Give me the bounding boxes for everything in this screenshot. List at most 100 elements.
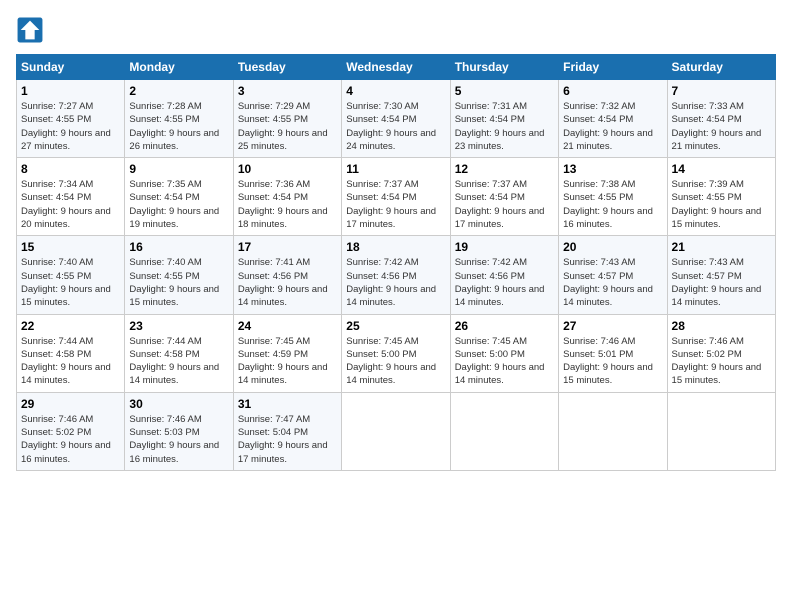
- calendar-cell: 12 Sunrise: 7:37 AMSunset: 4:54 PMDaylig…: [450, 158, 558, 236]
- calendar-cell: 23 Sunrise: 7:44 AMSunset: 4:58 PMDaylig…: [125, 314, 233, 392]
- day-number: 22: [21, 319, 120, 333]
- calendar-week-1: 1 Sunrise: 7:27 AMSunset: 4:55 PMDayligh…: [17, 80, 776, 158]
- day-number: 2: [129, 84, 228, 98]
- logo-icon: [16, 16, 44, 44]
- day-info: Sunrise: 7:39 AMSunset: 4:55 PMDaylight:…: [672, 178, 771, 231]
- day-info: Sunrise: 7:42 AMSunset: 4:56 PMDaylight:…: [455, 256, 554, 309]
- calendar-cell: 22 Sunrise: 7:44 AMSunset: 4:58 PMDaylig…: [17, 314, 125, 392]
- day-info: Sunrise: 7:44 AMSunset: 4:58 PMDaylight:…: [21, 335, 120, 388]
- calendar-cell: 27 Sunrise: 7:46 AMSunset: 5:01 PMDaylig…: [559, 314, 667, 392]
- day-number: 28: [672, 319, 771, 333]
- calendar-cell: [667, 392, 775, 470]
- day-number: 21: [672, 240, 771, 254]
- day-info: Sunrise: 7:28 AMSunset: 4:55 PMDaylight:…: [129, 100, 228, 153]
- day-info: Sunrise: 7:29 AMSunset: 4:55 PMDaylight:…: [238, 100, 337, 153]
- day-number: 27: [563, 319, 662, 333]
- day-number: 8: [21, 162, 120, 176]
- calendar-cell: 9 Sunrise: 7:35 AMSunset: 4:54 PMDayligh…: [125, 158, 233, 236]
- calendar-cell: [342, 392, 450, 470]
- day-info: Sunrise: 7:46 AMSunset: 5:02 PMDaylight:…: [21, 413, 120, 466]
- day-number: 29: [21, 397, 120, 411]
- day-of-week-friday: Friday: [559, 55, 667, 80]
- day-of-week-tuesday: Tuesday: [233, 55, 341, 80]
- calendar-week-4: 22 Sunrise: 7:44 AMSunset: 4:58 PMDaylig…: [17, 314, 776, 392]
- calendar-cell: 28 Sunrise: 7:46 AMSunset: 5:02 PMDaylig…: [667, 314, 775, 392]
- day-info: Sunrise: 7:40 AMSunset: 4:55 PMDaylight:…: [21, 256, 120, 309]
- day-number: 3: [238, 84, 337, 98]
- calendar-cell: 26 Sunrise: 7:45 AMSunset: 5:00 PMDaylig…: [450, 314, 558, 392]
- calendar-cell: 13 Sunrise: 7:38 AMSunset: 4:55 PMDaylig…: [559, 158, 667, 236]
- day-info: Sunrise: 7:35 AMSunset: 4:54 PMDaylight:…: [129, 178, 228, 231]
- calendar-week-5: 29 Sunrise: 7:46 AMSunset: 5:02 PMDaylig…: [17, 392, 776, 470]
- calendar-cell: 2 Sunrise: 7:28 AMSunset: 4:55 PMDayligh…: [125, 80, 233, 158]
- day-of-week-saturday: Saturday: [667, 55, 775, 80]
- calendar-cell: 18 Sunrise: 7:42 AMSunset: 4:56 PMDaylig…: [342, 236, 450, 314]
- day-info: Sunrise: 7:32 AMSunset: 4:54 PMDaylight:…: [563, 100, 662, 153]
- calendar-cell: 30 Sunrise: 7:46 AMSunset: 5:03 PMDaylig…: [125, 392, 233, 470]
- page-header: [16, 16, 776, 44]
- calendar-body: 1 Sunrise: 7:27 AMSunset: 4:55 PMDayligh…: [17, 80, 776, 471]
- day-info: Sunrise: 7:33 AMSunset: 4:54 PMDaylight:…: [672, 100, 771, 153]
- day-number: 9: [129, 162, 228, 176]
- day-info: Sunrise: 7:27 AMSunset: 4:55 PMDaylight:…: [21, 100, 120, 153]
- day-number: 16: [129, 240, 228, 254]
- day-number: 30: [129, 397, 228, 411]
- day-number: 17: [238, 240, 337, 254]
- calendar-cell: [450, 392, 558, 470]
- day-info: Sunrise: 7:37 AMSunset: 4:54 PMDaylight:…: [455, 178, 554, 231]
- logo: [16, 16, 48, 44]
- day-info: Sunrise: 7:45 AMSunset: 5:00 PMDaylight:…: [346, 335, 445, 388]
- calendar-cell: 17 Sunrise: 7:41 AMSunset: 4:56 PMDaylig…: [233, 236, 341, 314]
- day-info: Sunrise: 7:46 AMSunset: 5:01 PMDaylight:…: [563, 335, 662, 388]
- day-number: 5: [455, 84, 554, 98]
- day-info: Sunrise: 7:46 AMSunset: 5:03 PMDaylight:…: [129, 413, 228, 466]
- day-number: 18: [346, 240, 445, 254]
- day-number: 23: [129, 319, 228, 333]
- calendar-cell: 25 Sunrise: 7:45 AMSunset: 5:00 PMDaylig…: [342, 314, 450, 392]
- calendar-cell: 6 Sunrise: 7:32 AMSunset: 4:54 PMDayligh…: [559, 80, 667, 158]
- calendar-cell: 24 Sunrise: 7:45 AMSunset: 4:59 PMDaylig…: [233, 314, 341, 392]
- day-number: 15: [21, 240, 120, 254]
- calendar-week-2: 8 Sunrise: 7:34 AMSunset: 4:54 PMDayligh…: [17, 158, 776, 236]
- day-of-week-wednesday: Wednesday: [342, 55, 450, 80]
- day-number: 26: [455, 319, 554, 333]
- day-info: Sunrise: 7:45 AMSunset: 4:59 PMDaylight:…: [238, 335, 337, 388]
- calendar-cell: 19 Sunrise: 7:42 AMSunset: 4:56 PMDaylig…: [450, 236, 558, 314]
- calendar-header-row: SundayMondayTuesdayWednesdayThursdayFrid…: [17, 55, 776, 80]
- day-info: Sunrise: 7:40 AMSunset: 4:55 PMDaylight:…: [129, 256, 228, 309]
- day-info: Sunrise: 7:38 AMSunset: 4:55 PMDaylight:…: [563, 178, 662, 231]
- day-number: 25: [346, 319, 445, 333]
- day-number: 24: [238, 319, 337, 333]
- day-number: 19: [455, 240, 554, 254]
- calendar-week-3: 15 Sunrise: 7:40 AMSunset: 4:55 PMDaylig…: [17, 236, 776, 314]
- day-info: Sunrise: 7:30 AMSunset: 4:54 PMDaylight:…: [346, 100, 445, 153]
- day-number: 6: [563, 84, 662, 98]
- day-info: Sunrise: 7:43 AMSunset: 4:57 PMDaylight:…: [563, 256, 662, 309]
- calendar-cell: 1 Sunrise: 7:27 AMSunset: 4:55 PMDayligh…: [17, 80, 125, 158]
- day-number: 12: [455, 162, 554, 176]
- calendar-cell: 15 Sunrise: 7:40 AMSunset: 4:55 PMDaylig…: [17, 236, 125, 314]
- calendar-cell: [559, 392, 667, 470]
- calendar-cell: 4 Sunrise: 7:30 AMSunset: 4:54 PMDayligh…: [342, 80, 450, 158]
- day-number: 20: [563, 240, 662, 254]
- calendar-cell: 5 Sunrise: 7:31 AMSunset: 4:54 PMDayligh…: [450, 80, 558, 158]
- day-info: Sunrise: 7:45 AMSunset: 5:00 PMDaylight:…: [455, 335, 554, 388]
- day-number: 4: [346, 84, 445, 98]
- day-info: Sunrise: 7:31 AMSunset: 4:54 PMDaylight:…: [455, 100, 554, 153]
- day-number: 31: [238, 397, 337, 411]
- day-of-week-thursday: Thursday: [450, 55, 558, 80]
- calendar-cell: 10 Sunrise: 7:36 AMSunset: 4:54 PMDaylig…: [233, 158, 341, 236]
- day-number: 14: [672, 162, 771, 176]
- calendar-cell: 16 Sunrise: 7:40 AMSunset: 4:55 PMDaylig…: [125, 236, 233, 314]
- calendar-table: SundayMondayTuesdayWednesdayThursdayFrid…: [16, 54, 776, 471]
- calendar-cell: 14 Sunrise: 7:39 AMSunset: 4:55 PMDaylig…: [667, 158, 775, 236]
- day-info: Sunrise: 7:44 AMSunset: 4:58 PMDaylight:…: [129, 335, 228, 388]
- day-number: 11: [346, 162, 445, 176]
- day-of-week-monday: Monday: [125, 55, 233, 80]
- calendar-cell: 3 Sunrise: 7:29 AMSunset: 4:55 PMDayligh…: [233, 80, 341, 158]
- calendar-cell: 7 Sunrise: 7:33 AMSunset: 4:54 PMDayligh…: [667, 80, 775, 158]
- calendar-cell: 20 Sunrise: 7:43 AMSunset: 4:57 PMDaylig…: [559, 236, 667, 314]
- day-number: 1: [21, 84, 120, 98]
- day-info: Sunrise: 7:46 AMSunset: 5:02 PMDaylight:…: [672, 335, 771, 388]
- day-number: 13: [563, 162, 662, 176]
